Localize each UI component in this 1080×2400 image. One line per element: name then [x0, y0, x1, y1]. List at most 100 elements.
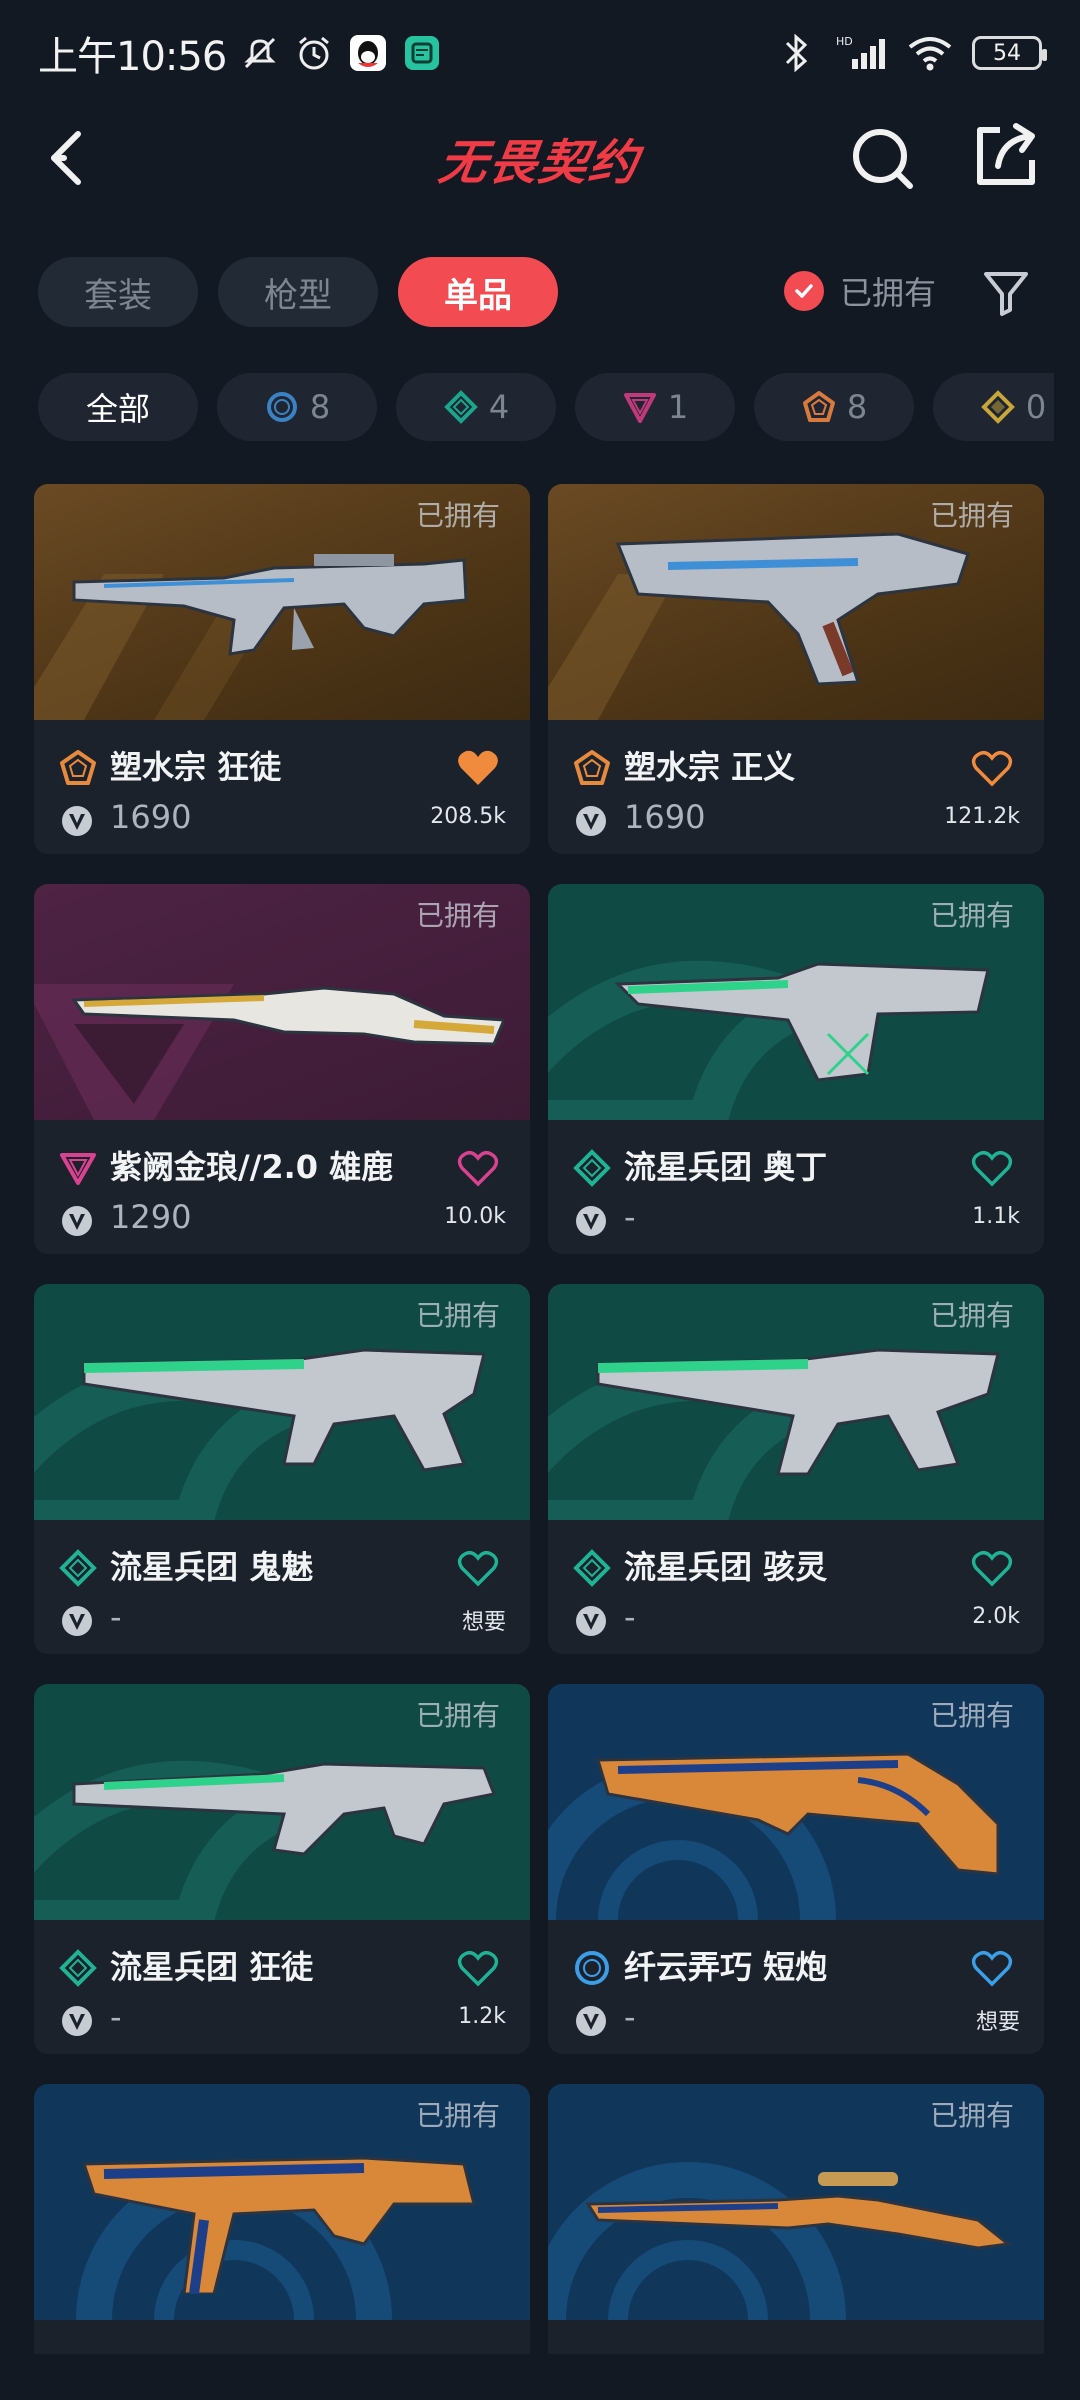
- back-button[interactable]: [40, 122, 100, 194]
- rifle-image: [72, 1762, 497, 1856]
- chip-ultra-tier[interactable]: 0: [933, 373, 1054, 441]
- heart-outline-icon[interactable]: [456, 1548, 500, 1588]
- skin-name: 塑水宗 狂徒: [110, 748, 282, 786]
- share-icon: [977, 123, 1035, 185]
- battery-indicator: 54: [972, 36, 1047, 70]
- skin-card[interactable]: 已拥有 流星兵团 狂徒 - 1.2k: [34, 1684, 530, 2054]
- card-info: 紫阙金琅//2.0 雄鹿 1290 10.0k: [34, 1120, 530, 1254]
- skin-card[interactable]: 已拥有 流星兵团 鬼魅 - 想要: [34, 1284, 530, 1654]
- skin-price: 1290: [110, 1198, 192, 1236]
- rifle-image: [72, 554, 468, 656]
- skin-image: 已拥有: [548, 484, 1044, 720]
- skin-name: 流星兵团 鬼魅: [110, 1548, 314, 1586]
- valorant-points-icon: [576, 1606, 606, 1636]
- heart-filled-icon[interactable]: [456, 748, 500, 788]
- shotgun-image: [614, 962, 990, 1082]
- chip-deluxe-tier[interactable]: 4: [396, 373, 556, 441]
- valorant-points-icon: [576, 1206, 606, 1236]
- skin-image: 已拥有: [548, 1684, 1044, 1920]
- search-icon: [853, 129, 913, 189]
- chip-select-tier[interactable]: 8: [217, 373, 377, 441]
- smg-image: [596, 1348, 1000, 1476]
- valorant-points-icon: [576, 806, 606, 836]
- heart-outline-icon[interactable]: [970, 1148, 1014, 1188]
- owned-label: 已拥有: [415, 1699, 500, 1732]
- tab-gun-type[interactable]: 枪型: [218, 257, 378, 327]
- skin-price: -: [110, 1998, 122, 2036]
- premium-tier-icon: [60, 1153, 96, 1185]
- skin-card[interactable]: 已拥有 流星兵团 骇灵 - 2.0k: [548, 1284, 1044, 1654]
- search-button[interactable]: [848, 118, 920, 196]
- exclusive-tier-icon: [574, 750, 610, 785]
- owned-label: 已拥有: [929, 2099, 1014, 2132]
- owned-filter-label: 已拥有: [840, 274, 937, 312]
- tab-single-item[interactable]: 单品: [398, 257, 558, 327]
- skin-card[interactable]: 已拥有 紫阙金琅//2.0 雄鹿 1290 10.0k: [34, 884, 530, 1254]
- smg-image: [82, 1348, 486, 1472]
- heart-outline-icon[interactable]: [970, 1948, 1014, 1988]
- skin-card[interactable]: 已拥有 塑水宗 正义 1690 121.2k: [548, 484, 1044, 854]
- like-count: 10.0k: [444, 1204, 506, 1229]
- filter-button[interactable]: [976, 262, 1036, 322]
- skin-card[interactable]: 已拥有 纤云弄巧 短炮 - 想要: [548, 1684, 1044, 2054]
- tab-suit[interactable]: 套装: [38, 257, 198, 327]
- app-notification-icon: [402, 33, 442, 73]
- owned-label: 已拥有: [929, 499, 1014, 532]
- chip-count: 8: [309, 388, 331, 426]
- heart-outline-icon[interactable]: [456, 1948, 500, 1988]
- deluxe-tier-icon: [59, 1949, 97, 1987]
- card-info: 塑水宗 正义 1690 121.2k: [548, 720, 1044, 854]
- shotgun-image: [596, 1752, 1000, 1876]
- skin-image: 已拥有: [34, 884, 530, 1120]
- skin-image: 已拥有: [34, 2084, 530, 2320]
- card-info: 流星兵团 骇灵 - 2.0k: [548, 1520, 1044, 1654]
- valorant-points-icon: [62, 1206, 92, 1236]
- chevron-left-icon: [51, 131, 81, 185]
- card-info: 塑水宗 狂徒 1690 208.5k: [34, 720, 530, 854]
- skin-image: 已拥有: [548, 1284, 1044, 1520]
- like-count: 2.0k: [972, 1604, 1020, 1629]
- status-left: 上午10:56: [38, 24, 442, 82]
- deluxe-tier-icon: [573, 1549, 611, 1587]
- funnel-icon: [984, 272, 1028, 316]
- bluetooth-icon: [776, 33, 816, 73]
- owned-label: 已拥有: [415, 499, 500, 532]
- skin-card[interactable]: 已拥有 流星兵团 奥丁 - 1.1k: [548, 884, 1044, 1254]
- pistol-image: [615, 532, 970, 686]
- heart-outline-icon[interactable]: [456, 1148, 500, 1188]
- chip-premium-tier[interactable]: 1: [575, 373, 735, 441]
- chip-count: 4: [488, 388, 510, 426]
- skin-price: -: [624, 1198, 636, 1236]
- skin-name: 流星兵团 奥丁: [624, 1148, 828, 1186]
- skin-name: 纤云弄巧 短炮: [624, 1948, 828, 1986]
- like-count: 想要: [975, 2010, 1020, 2035]
- skin-name: 流星兵团 狂徒: [110, 1948, 314, 1986]
- chip-all[interactable]: 全部: [38, 373, 198, 441]
- select-tier-icon: [575, 1951, 609, 1985]
- like-count: 208.5k: [430, 804, 506, 829]
- signal-icon: HD: [834, 33, 888, 73]
- owned-label: 已拥有: [929, 1699, 1014, 1732]
- skin-image: 已拥有: [34, 1284, 530, 1520]
- card-info: 流星兵团 奥丁 - 1.1k: [548, 1120, 1044, 1254]
- chip-count: 8: [846, 388, 868, 426]
- premium-tier-icon: [623, 393, 656, 423]
- skin-price: 1690: [624, 798, 706, 836]
- deluxe-tier-icon: [573, 1149, 611, 1187]
- heart-outline-icon[interactable]: [970, 748, 1014, 788]
- chip-exclusive-tier[interactable]: 8: [754, 373, 914, 441]
- skin-name: 塑水宗 正义: [624, 748, 796, 786]
- sniper-rifle-image: [585, 2172, 1012, 2250]
- valorant-points-icon: [62, 2006, 92, 2036]
- share-button[interactable]: [970, 116, 1042, 194]
- skin-card[interactable]: 已拥有: [34, 2084, 530, 2354]
- status-bar: 上午10:56 HD 54: [0, 0, 1080, 106]
- qq-icon: [348, 33, 388, 73]
- chip-count: 0: [1025, 388, 1047, 426]
- heart-outline-icon[interactable]: [970, 1548, 1014, 1588]
- skin-image: 已拥有: [34, 1684, 530, 1920]
- wifi-icon: [906, 33, 954, 73]
- owned-filter-toggle[interactable]: 已拥有: [784, 256, 936, 326]
- skin-card[interactable]: 已拥有 塑水宗 狂徒 1690 208.5k: [34, 484, 530, 854]
- skin-card[interactable]: 已拥有: [548, 2084, 1044, 2354]
